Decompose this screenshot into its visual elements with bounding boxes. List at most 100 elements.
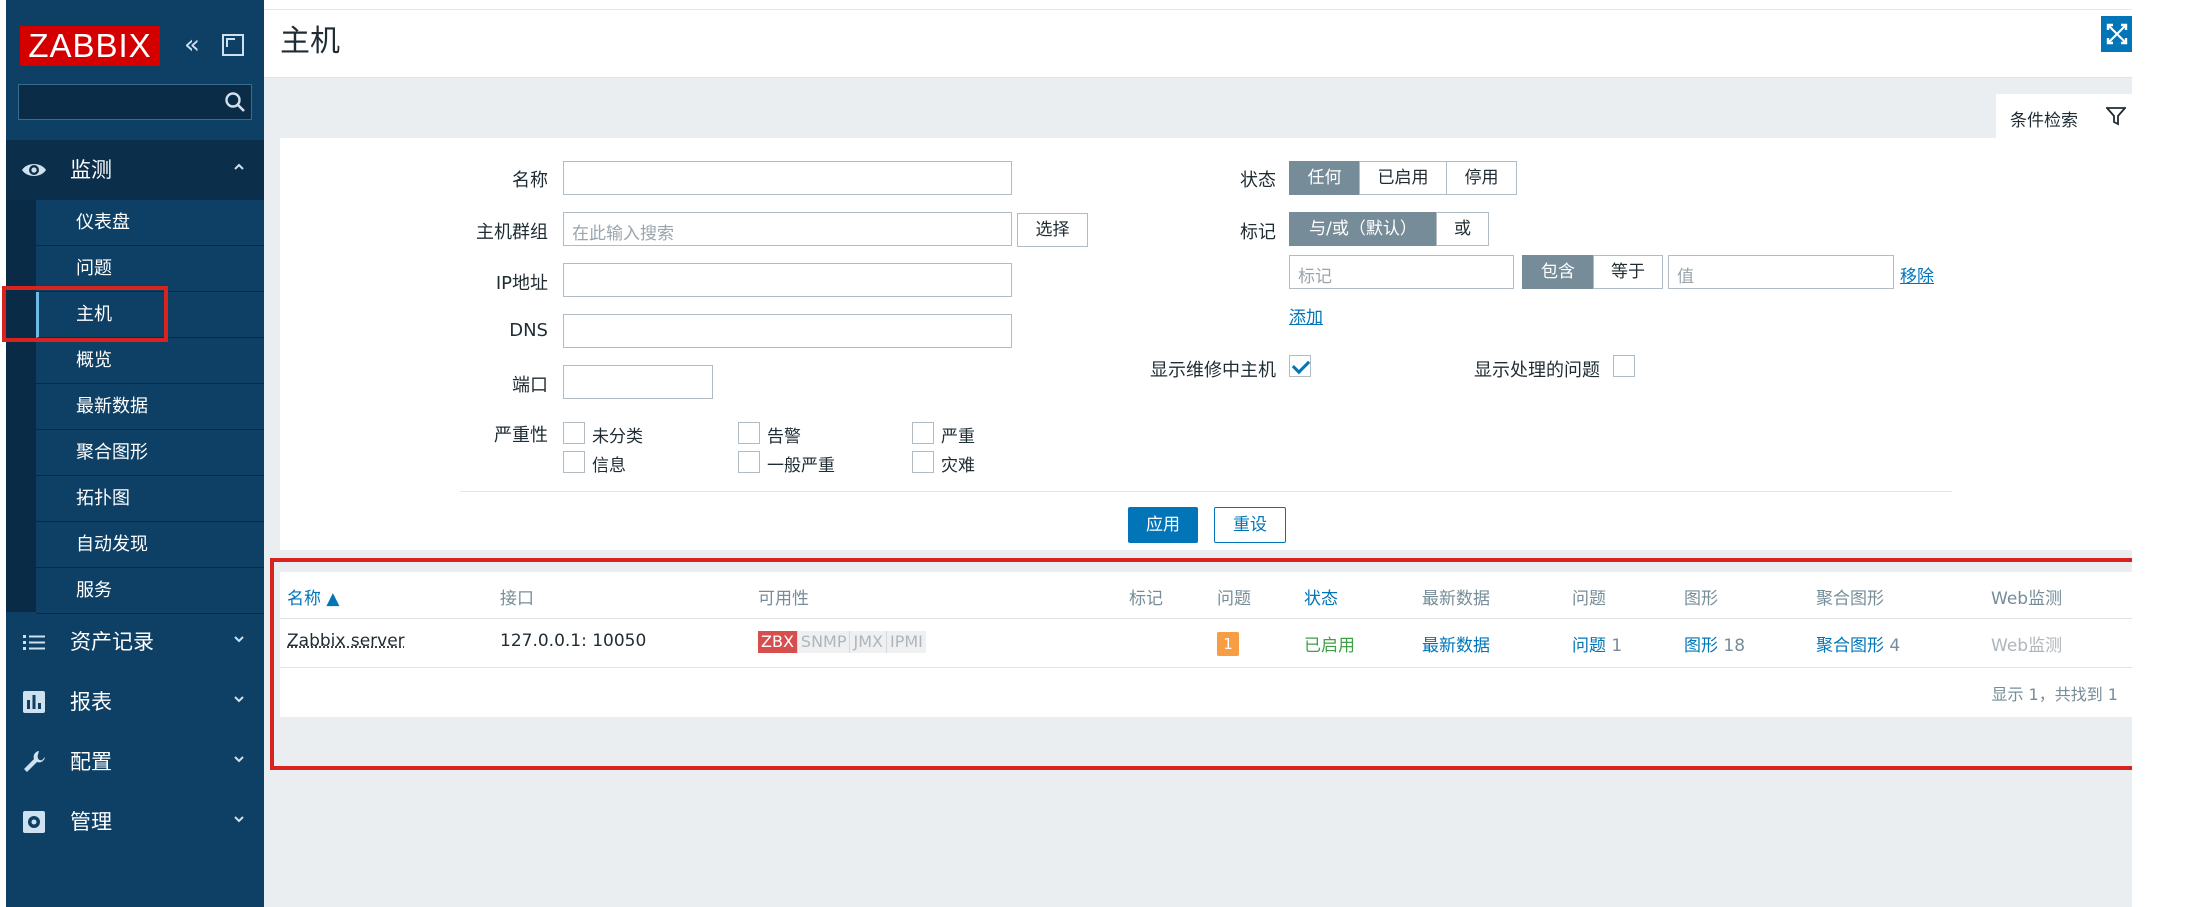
wrench-icon (24, 751, 45, 772)
status-disabled-option[interactable]: 停用 (1446, 161, 1517, 195)
sidebar-item-screens[interactable]: 聚合图形 (36, 430, 264, 476)
severity-option-label: 严重 (941, 427, 975, 447)
nav-section-reports[interactable]: 报表 (6, 672, 264, 732)
sidebar: ZABBIX « 监测 仪表盘 问题 主机 概览 最新数据 聚合图形 拓扑图 自… (6, 0, 264, 907)
tags-label: 标记 (1240, 222, 1276, 243)
chevron-down-icon (234, 756, 244, 763)
status-enabled-option[interactable]: 已启用 (1359, 161, 1447, 195)
tag-value-input[interactable]: 值 (1668, 255, 1894, 289)
kiosk-mode-icon[interactable] (222, 34, 244, 56)
sidebar-item-label: 聚合图形 (76, 442, 148, 463)
chevron-down-icon (234, 696, 244, 703)
show-maintenance-label: 显示维修中主机 (1150, 360, 1276, 381)
apply-button[interactable]: 应用 (1128, 507, 1198, 543)
main-content: 主机 条件检索 (264, 0, 2133, 907)
name-label: 名称 (512, 170, 548, 191)
sidebar-item-label: 最新数据 (76, 396, 148, 417)
nav-section-label: 监测 (70, 158, 112, 182)
hostgroup-input[interactable]: 在此输入搜索 (563, 212, 1012, 246)
sidebar-item-label: 拓扑图 (76, 488, 130, 509)
sidebar-item-latest-data[interactable]: 最新数据 (36, 384, 264, 430)
page-title: 主机 (280, 24, 340, 59)
nav-section-label: 管理 (70, 810, 112, 834)
reset-button[interactable]: 重设 (1214, 507, 1286, 543)
sidebar-item-label: 仪表盘 (76, 212, 130, 233)
dns-input[interactable] (563, 314, 1012, 348)
ip-input[interactable] (563, 263, 1012, 297)
zabbix-logo[interactable]: ZABBIX (20, 26, 160, 66)
nav-section-label: 资产记录 (70, 630, 154, 654)
bar-chart-icon (23, 691, 45, 713)
page: ZABBIX « 监测 仪表盘 问题 主机 概览 最新数据 聚合图形 拓扑图 自… (0, 0, 2193, 907)
chevron-down-icon (234, 636, 244, 643)
port-input[interactable] (563, 365, 713, 399)
sidebar-item-services[interactable]: 服务 (36, 568, 264, 614)
hostgroup-label: 主机群组 (476, 222, 548, 243)
fullscreen-button[interactable] (2101, 16, 2133, 52)
header-topline (264, 0, 2132, 10)
right-margin (2132, 0, 2193, 907)
severity-average-checkbox[interactable] (738, 451, 760, 473)
sidebar-item-overview[interactable]: 概览 (36, 338, 264, 384)
status-label: 状态 (1240, 170, 1276, 191)
tag-op-contains-option[interactable]: 包含 (1522, 255, 1594, 289)
tag-op-equals-option[interactable]: 等于 (1593, 255, 1663, 289)
sidebar-item-label: 自动发现 (76, 534, 148, 555)
tag-mode-or-option[interactable]: 或 (1436, 212, 1489, 246)
nav-section-inventory[interactable]: 资产记录 (6, 612, 264, 672)
fullscreen-icon (2106, 23, 2128, 45)
severity-information-checkbox[interactable] (563, 451, 585, 473)
severity-warning-checkbox[interactable] (738, 422, 760, 444)
severity-option-label: 信息 (592, 456, 626, 476)
ip-label: IP地址 (495, 273, 548, 294)
nav-section-label: 报表 (70, 690, 112, 714)
sidebar-item-discovery[interactable]: 自动发现 (36, 522, 264, 568)
name-input[interactable] (563, 161, 1012, 195)
sidebar-item-label: 服务 (76, 580, 112, 601)
submenu-rail (6, 200, 36, 612)
filter-panel (280, 138, 2132, 550)
annotation-highlight-hosts (2, 286, 168, 342)
eye-icon (22, 164, 46, 176)
severity-option-label: 未分类 (592, 427, 643, 447)
search-icon[interactable] (223, 90, 247, 114)
nav-section-monitoring[interactable]: 监测 (6, 140, 264, 200)
tag-name-input[interactable]: 标记 (1289, 255, 1514, 289)
severity-disaster-checkbox[interactable] (912, 451, 934, 473)
sidebar-search-input[interactable] (18, 84, 252, 120)
filter-icon (2106, 107, 2126, 126)
collapse-sidebar-icon[interactable]: « (184, 32, 210, 59)
show-suppressed-label: 显示处理的问题 (1474, 360, 1600, 381)
nav-section-label: 配置 (70, 750, 112, 774)
severity-high-checkbox[interactable] (912, 422, 934, 444)
list-icon (23, 635, 45, 650)
page-header: 主机 (264, 10, 2132, 78)
filter-divider (460, 491, 1952, 492)
show-maintenance-checkbox[interactable] (1289, 355, 1311, 377)
annotation-highlight-table (270, 558, 2190, 770)
chevron-down-icon (234, 816, 244, 823)
severity-label: 严重性 (494, 425, 548, 446)
filter-tab[interactable]: 条件检索 (1996, 94, 2132, 138)
severity-not-classified-checkbox[interactable] (563, 422, 585, 444)
sidebar-item-dashboard[interactable]: 仪表盘 (36, 200, 264, 246)
chevron-up-icon (234, 163, 244, 170)
dns-label: DNS (509, 320, 548, 341)
filter-tab-label: 条件检索 (2010, 111, 2078, 131)
show-suppressed-checkbox[interactable] (1613, 355, 1635, 377)
select-hostgroup-button[interactable]: 选择 (1017, 213, 1088, 247)
tag-mode-and-or-option[interactable]: 与/或（默认） (1289, 212, 1437, 246)
status-any-option[interactable]: 任何 (1289, 161, 1360, 195)
sidebar-item-maps[interactable]: 拓扑图 (36, 476, 264, 522)
add-tag-link[interactable]: 添加 (1289, 303, 1323, 328)
severity-option-label: 一般严重 (767, 456, 835, 476)
port-label: 端口 (512, 375, 548, 396)
severity-option-label: 灾难 (941, 456, 975, 476)
severity-option-label: 告警 (767, 427, 801, 447)
nav-section-configuration[interactable]: 配置 (6, 732, 264, 792)
gear-icon (23, 811, 45, 833)
nav-section-administration[interactable]: 管理 (6, 792, 264, 852)
sidebar-item-label: 问题 (76, 258, 112, 279)
remove-tag-link[interactable]: 移除 (1900, 262, 1934, 287)
sidebar-item-label: 概览 (76, 350, 112, 371)
